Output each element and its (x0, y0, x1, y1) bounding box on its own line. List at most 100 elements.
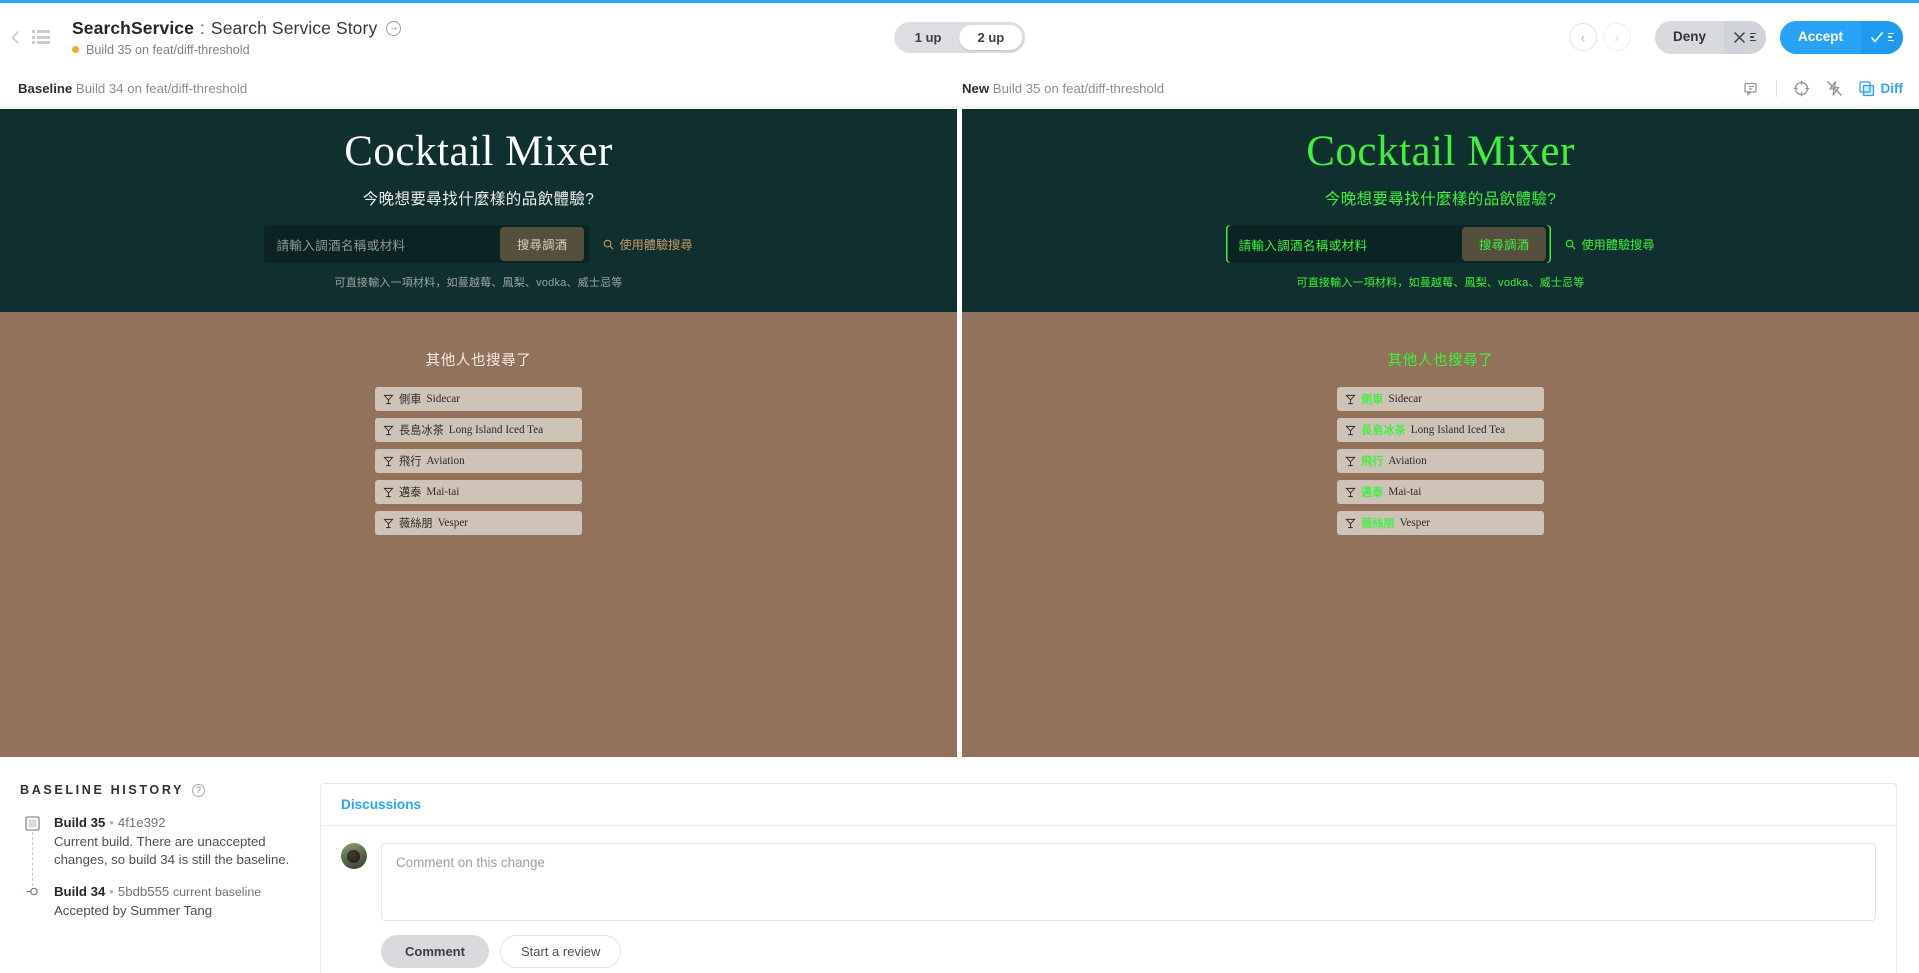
suggestions-heading: 其他人也搜尋了 (425, 353, 532, 369)
list-item[interactable]: 側車 Sidecar (1337, 387, 1544, 411)
back-chevron-icon[interactable] (8, 29, 22, 45)
story-name: Search Service Story (210, 17, 378, 38)
list-item[interactable]: 側車 Sidecar (375, 387, 582, 411)
story-subtitle-diff: 今晚想要尋找什麼樣的品飲體驗? (1324, 191, 1557, 208)
build-description: Accepted by Summer Tang (54, 902, 213, 918)
list-item-en: Long Island Iced Tea (448, 424, 544, 436)
list-item[interactable]: 飛行 Aviation (375, 449, 582, 473)
story-body-diff: 其他人也搜尋了 側車 Sidecar 長島冰茶 Long Island Iced… (962, 312, 1919, 757)
deny-split-button[interactable]: Deny (1654, 20, 1766, 54)
start-review-button[interactable]: Start a review (499, 935, 622, 968)
story-hero: Cocktail Mixer 今晚想要尋找什麼樣的品飲體驗? 請輸入調酒名稱或材… (0, 109, 957, 312)
build-description: Current build. There are unaccepted chan… (54, 834, 290, 868)
comment-input[interactable]: Comment on this change (381, 843, 1876, 921)
tab-discussions[interactable]: Discussions (341, 797, 421, 812)
top-bar: SearchService: Search Service Story → Bui… (0, 3, 1919, 71)
story-search-box[interactable]: 請輸入調酒名稱或材料 搜尋調酒 (264, 225, 590, 263)
next-change-button[interactable]: › (1602, 23, 1631, 51)
baseline-label: Baseline (18, 81, 73, 96)
no-flicker-icon[interactable] (1826, 80, 1843, 97)
cocktail-glass-icon (1345, 487, 1356, 497)
compare-sub-bar: Baseline Build 34 on feat/diff-threshold… (0, 71, 1919, 107)
list-item-en: Mai-tai (1388, 486, 1422, 498)
list-item[interactable]: 長島冰茶 Long Island Iced Tea (375, 418, 582, 442)
list-item-cjk: 飛行 (399, 456, 422, 468)
story-body: 其他人也搜尋了 側車 Sidecar 長島冰茶 Long Island Iced… (0, 312, 957, 757)
new-label: New (962, 81, 990, 96)
accept-split-button[interactable]: Accept (1779, 20, 1903, 54)
cocktail-glass-icon (383, 425, 394, 435)
previous-change-button[interactable]: ‹ (1568, 23, 1597, 51)
list-icon[interactable] (32, 29, 50, 45)
story-search-input[interactable]: 請輸入調酒名稱或材料 (276, 235, 500, 254)
baseline-value: Build 34 on feat/diff-threshold (75, 81, 248, 96)
baseline-history-title: BASELINE HISTORY (20, 783, 185, 797)
story-search-button[interactable]: 搜尋調酒 (500, 227, 585, 261)
history-gutter (22, 883, 42, 920)
history-item-build-34[interactable]: Build 34 • 5bdb555 current baseline Accept… (20, 883, 312, 920)
story-title-diff: Cocktail Mixer (1306, 128, 1575, 175)
status-dot-icon (72, 46, 79, 53)
list-item-en: Long Island Iced Tea (1410, 424, 1506, 436)
list-item[interactable]: 薇絲朋 Vesper (375, 511, 582, 535)
history-item-body: Build 35 • 4f1e392 Current build. There ar… (54, 814, 312, 870)
list-item-cjk: 側車 (1361, 394, 1384, 406)
list-item-cjk: 側車 (399, 394, 422, 406)
list-item[interactable]: 長島冰茶 Long Island Iced Tea (1337, 418, 1544, 442)
list-item-cjk: 邁泰 (399, 487, 422, 499)
list-item-cjk: 長島冰茶 (1361, 425, 1406, 437)
nav-group: ‹ › (1568, 23, 1631, 51)
cocktail-glass-icon (1345, 425, 1356, 435)
list-item[interactable]: 飛行 Aviation (1337, 449, 1544, 473)
list-item[interactable]: 邁泰 Mai-tai (375, 480, 582, 504)
history-item-header: Build 35 • 4f1e392 (54, 815, 166, 830)
suggestions-heading-diff: 其他人也搜尋了 (1387, 353, 1494, 369)
list-item[interactable]: 薇絲朋 Vesper (1337, 511, 1544, 535)
build-sha: 5bdb555 (117, 883, 170, 899)
tab-2up[interactable]: 2 up (959, 24, 1023, 50)
comment-icon[interactable] (1743, 81, 1760, 97)
deny-batch-button[interactable] (1723, 20, 1766, 54)
story-search-box-diff[interactable]: 請輸入調酒名稱或材料 搜尋調酒 (1226, 225, 1552, 263)
build-sha: 4f1e392 (117, 815, 166, 830)
list-item-en: Vesper (1399, 517, 1431, 529)
accept-button[interactable]: Accept (1779, 20, 1861, 54)
topbar-left-group (0, 29, 50, 45)
diff-toggle[interactable]: Diff (1858, 80, 1903, 97)
focus-target-icon[interactable] (1793, 80, 1810, 97)
story-title: Cocktail Mixer (344, 128, 613, 175)
story-search-hint: 可直接輸入一項材料，如蔓越莓、鳳梨、vodka、威士忌等 (334, 277, 623, 289)
story-search-input-diff[interactable]: 請輸入調酒名稱或材料 (1238, 235, 1462, 254)
accept-batch-button[interactable] (1861, 20, 1903, 54)
tab-1up[interactable]: 1 up (897, 25, 960, 50)
list-item-cjk: 邁泰 (1361, 487, 1384, 499)
list-item-cjk: 薇絲朋 (399, 518, 433, 530)
view-mode-toggle[interactable]: 1 up 2 up (893, 21, 1026, 53)
comment-submit-button[interactable]: Comment (381, 935, 489, 968)
experience-search-link[interactable]: 使用體驗搜尋 (603, 235, 693, 253)
new-info: New Build 35 on feat/diff-threshold (962, 81, 1164, 96)
cocktail-glass-icon (383, 487, 394, 497)
deny-button[interactable]: Deny (1654, 20, 1724, 54)
history-connector (32, 832, 33, 886)
cocktail-glass-icon (383, 394, 394, 404)
list-item-en: Vesper (437, 517, 469, 529)
accept-batch-lines-icon (1887, 32, 1894, 42)
experience-search-label-diff: 使用體驗搜尋 (1581, 238, 1655, 252)
discussions-tabs: Discussions (321, 784, 1896, 826)
open-story-link-icon[interactable]: → (386, 20, 402, 36)
list-item-en: Aviation (1388, 455, 1427, 467)
comparison-viewer: Cocktail Mixer 今晚想要尋找什麼樣的品飲體驗? 請輸入調酒名稱或材… (0, 107, 1919, 757)
title-colon: : (199, 17, 205, 38)
experience-search-link-diff[interactable]: 使用體驗搜尋 (1565, 235, 1655, 253)
experience-search-label: 使用體驗搜尋 (619, 238, 693, 252)
deny-batch-lines-icon (1749, 32, 1756, 42)
question-mark-icon[interactable]: ? (192, 783, 206, 797)
suggestions-list: 側車 Sidecar 長島冰茶 Long Island Iced Tea 飛行 … (375, 387, 582, 535)
new-value: Build 35 on feat/diff-threshold (992, 81, 1165, 96)
avatar (341, 843, 367, 869)
baseline-pane: Cocktail Mixer 今晚想要尋找什麼樣的品飲體驗? 請輸入調酒名稱或材… (0, 109, 957, 757)
list-item[interactable]: 邁泰 Mai-tai (1337, 480, 1544, 504)
story-search-button-diff[interactable]: 搜尋調酒 (1462, 227, 1547, 261)
history-item-build-35[interactable]: Build 35 • 4f1e392 Current build. There ar… (20, 814, 312, 886)
